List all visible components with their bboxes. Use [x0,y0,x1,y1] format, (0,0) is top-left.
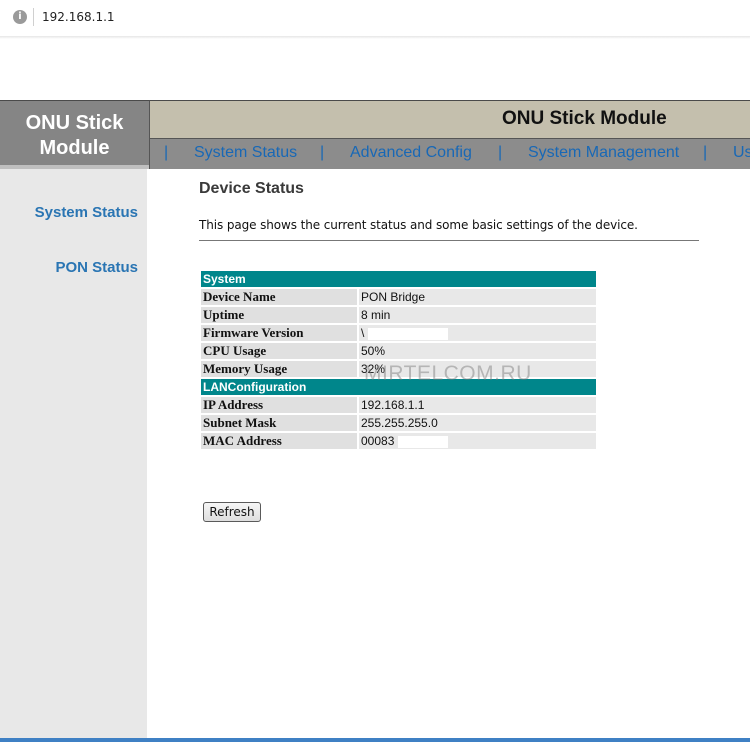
page-title: Device Status [199,180,304,197]
logo: ONU Stick Module [0,100,149,168]
row-value-cell: \ [359,325,596,341]
row-value: 50% [359,343,596,359]
table-row: Device Name PON Bridge [201,289,596,305]
table-row: Firmware Version \ [201,325,596,341]
row-label: CPU Usage [201,343,357,359]
table-section-row: System [201,271,596,287]
url-text[interactable]: 192.168.1.1 [42,10,115,24]
row-value: PON Bridge [359,289,596,305]
page-header: ONU Stick Module [149,100,750,138]
row-value-cell: 00083 [359,433,596,449]
row-value: 255.255.255.0 [359,415,596,431]
address-bar[interactable]: i 192.168.1.1 [0,0,750,37]
table-row: Memory Usage 32% [201,361,596,377]
address-bar-divider [33,8,34,26]
table-section-row: LANConfiguration [201,379,596,395]
redaction-block [368,327,449,340]
sidebar: System Status PON Status [0,169,147,740]
section-header-system: System [201,271,596,287]
device-status-table: System Device Name PON Bridge Uptime 8 m… [199,269,598,451]
content-divider [199,240,699,241]
section-header-lan: LANConfiguration [201,379,596,395]
row-label: MAC Address [201,433,357,449]
redaction-block [398,435,449,448]
nav-separator: | [498,144,503,161]
row-value: \ [361,326,365,340]
tab-user[interactable]: Us [733,144,750,162]
table-row: Uptime 8 min [201,307,596,323]
sidebar-item-pon-status[interactable]: PON Status [55,259,138,276]
page-description: This page shows the current status and s… [199,218,638,232]
tab-system-status[interactable]: System Status [194,144,297,162]
tab-system-management[interactable]: System Management [528,144,679,162]
table-row: MAC Address 00083 [201,433,596,449]
logo-line-1: ONU Stick [25,112,124,134]
row-value: 00083 [361,434,395,448]
nav-separator: | [320,144,325,161]
row-label: Firmware Version [201,325,357,341]
site-info-icon[interactable]: i [13,10,27,24]
row-value: 8 min [359,307,596,323]
row-label: Memory Usage [201,361,357,377]
table-row: CPU Usage 50% [201,343,596,359]
row-value: 192.168.1.1 [359,397,596,413]
tab-advanced-config[interactable]: Advanced Config [350,144,472,162]
table-row: IP Address 192.168.1.1 [201,397,596,413]
nav-separator: | [164,144,169,161]
row-label: Device Name [201,289,357,305]
top-nav: | System Status | Advanced Config | Syst… [149,138,750,169]
table-row: Subnet Mask 255.255.255.0 [201,415,596,431]
footer-fill [0,742,750,750]
refresh-button[interactable]: Refresh [203,502,261,522]
row-value: 32% [359,361,596,377]
address-bar-shadow [0,36,750,39]
row-label: Uptime [201,307,357,323]
header-title: ONU Stick Module [502,108,667,129]
logo-line-2: Module [39,137,110,159]
sidebar-item-system-status[interactable]: System Status [35,204,138,221]
row-label: Subnet Mask [201,415,357,431]
row-label: IP Address [201,397,357,413]
nav-separator: | [703,144,708,161]
